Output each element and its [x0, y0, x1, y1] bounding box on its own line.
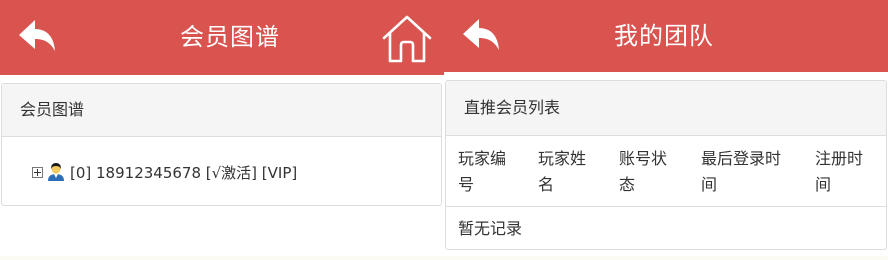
back-button[interactable] — [460, 17, 502, 55]
tree-node-member[interactable]: [0] 18912345678 [√激活] [VIP] — [32, 161, 297, 183]
column-header-register-time: 注册时 间 — [815, 149, 864, 194]
home-button[interactable] — [381, 14, 433, 64]
panel-heading: 直推会员列表 — [446, 81, 886, 136]
table-header-row: 玩家编 号 玩家姓 名 账号状 态 最后登录时 间 注册时 间 — [446, 136, 886, 207]
member-graph-screen: 会员图谱 会员图谱 [0] 18912345678 [√激活] [VIP] — [0, 0, 444, 256]
column-header-last-login: 最后登录时 间 — [701, 149, 782, 194]
column-header-player-name: 玩家姓 名 — [538, 149, 587, 194]
direct-members-panel: 直推会员列表 玩家编 号 玩家姓 名 账号状 态 最后登录时 间 注册时 间 暂… — [445, 80, 887, 250]
home-icon — [382, 15, 432, 63]
member-graph-panel: 会员图谱 [0] 18912345678 [√激活] [VIP] — [1, 83, 442, 206]
user-avatar-icon — [48, 163, 64, 181]
header-bar: 会员图谱 — [0, 0, 444, 75]
tree-node-label: [0] 18912345678 [√激活] [VIP] — [70, 163, 298, 182]
page-title: 会员图谱 — [180, 23, 280, 51]
column-header-account-status: 账号状 态 — [619, 149, 668, 194]
back-button[interactable] — [16, 18, 58, 56]
my-team-screen: 我的团队 直推会员列表 玩家编 号 玩家姓 名 账号状 态 最后登录时 间 注册… — [444, 0, 888, 256]
empty-record-text: 暂无记录 — [458, 219, 523, 238]
bottom-edge — [0, 256, 888, 260]
column-header-player-id: 玩家编 号 — [458, 149, 507, 194]
header-bar: 我的团队 — [444, 0, 888, 72]
plus-box-icon[interactable] — [32, 166, 43, 178]
back-arrow-icon — [19, 20, 55, 51]
back-arrow-icon — [463, 19, 499, 50]
panel-heading: 会员图谱 — [2, 84, 441, 137]
page-title: 我的团队 — [614, 22, 714, 50]
